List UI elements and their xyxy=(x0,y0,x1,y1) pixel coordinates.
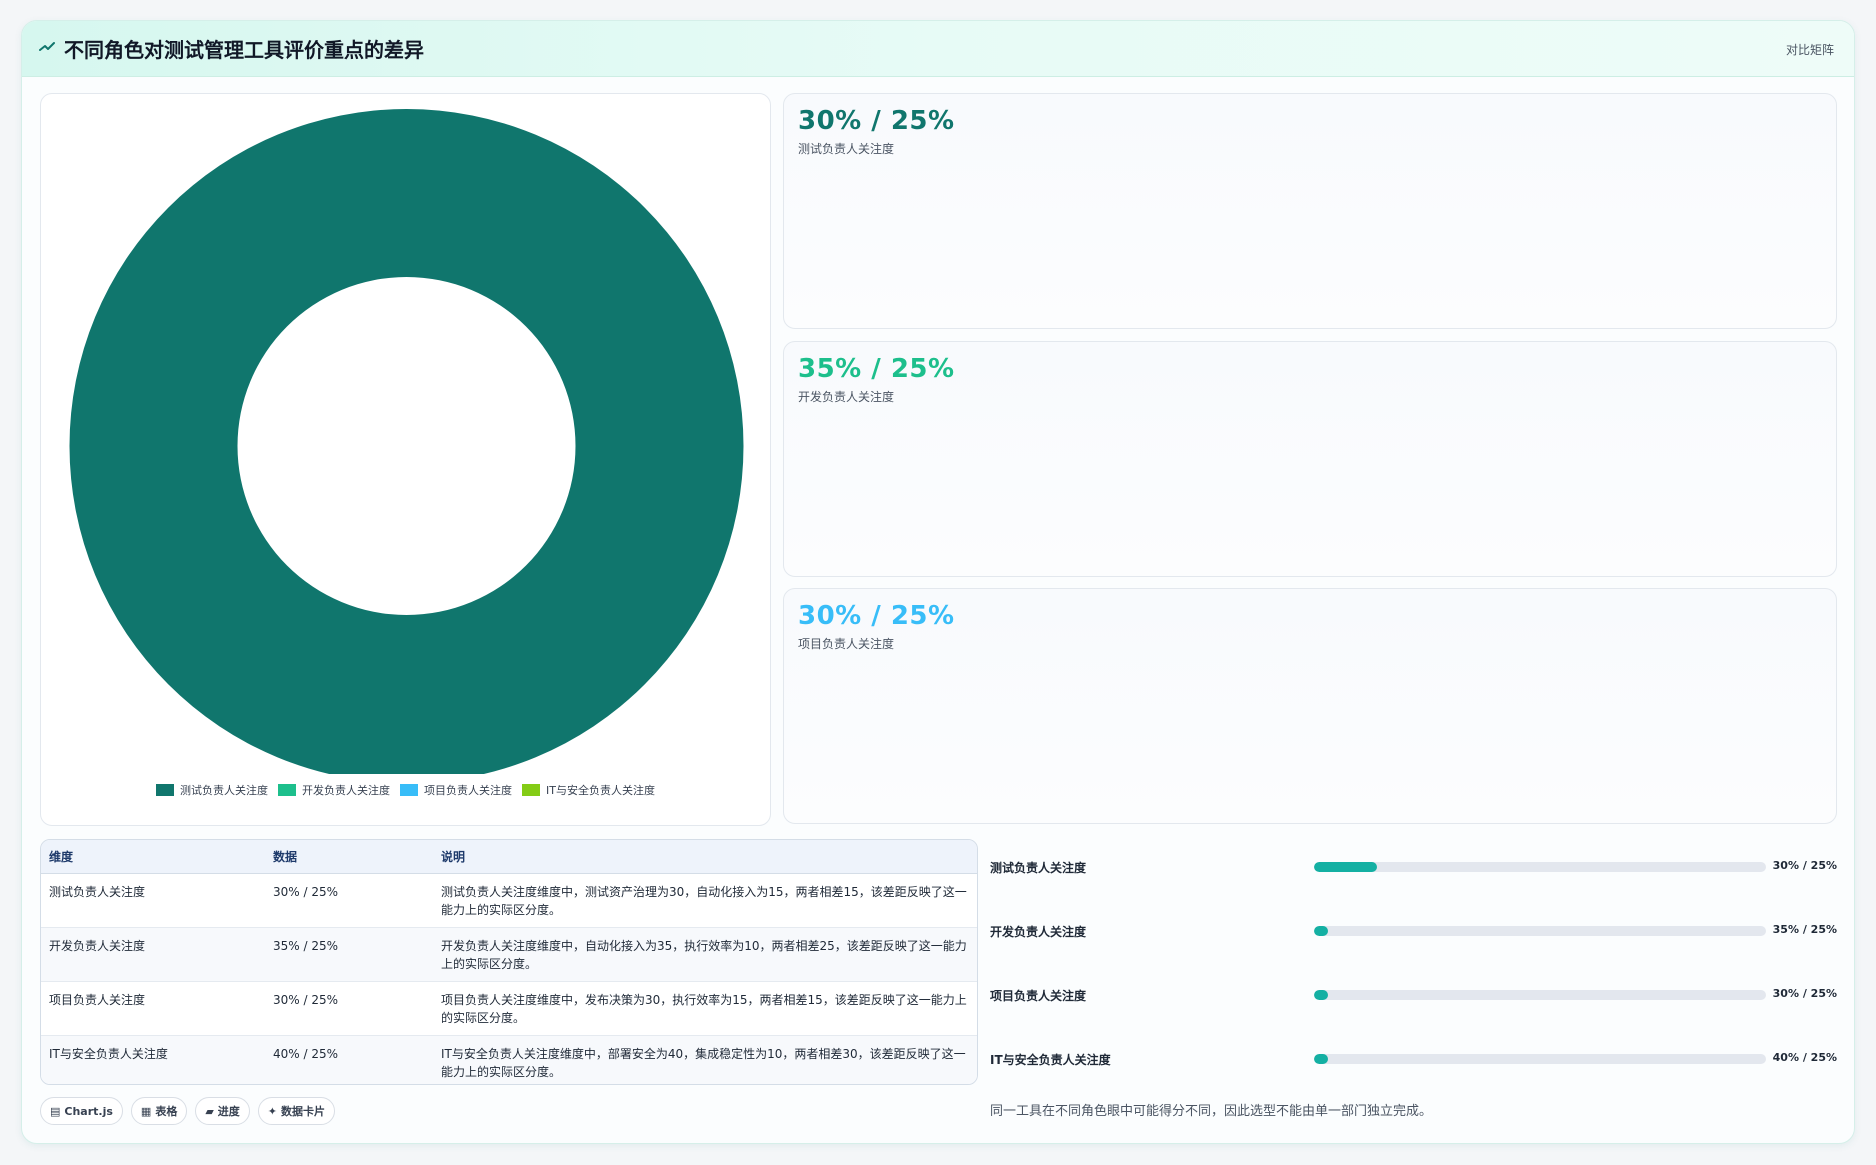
pill-label: 数据卡片 xyxy=(281,1104,326,1118)
column-header: 说明 xyxy=(433,840,977,874)
legend-item[interactable]: 开发负责人关注度 xyxy=(278,782,390,798)
pill-label: Chart.js xyxy=(64,1104,113,1118)
progress-fill xyxy=(1314,1054,1328,1064)
progress-track xyxy=(1314,990,1766,1000)
progress-row: 开发负责人关注度 35% / 25% xyxy=(990,921,1837,941)
legend-swatch xyxy=(278,784,297,796)
progress-value: 30% / 25% xyxy=(1772,987,1837,1000)
page-title: 不同角色对测试管理工具评价重点的差异 xyxy=(64,38,424,62)
progress-fill xyxy=(1314,990,1328,1000)
progress-label: 项目负责人关注度 xyxy=(990,989,1087,1003)
table-cell: 30% / 25% xyxy=(265,981,433,1036)
pill-chartjs[interactable]: ▤ Chart.js xyxy=(40,1097,123,1125)
tech-pills: ▤ Chart.js ▦ 表格 ▰ 进度 ✦ 数据卡片 xyxy=(40,1097,336,1125)
table-row: 测试负责人关注度 30% / 25% 测试负责人关注度维度中，测试资产治理为30… xyxy=(41,873,977,928)
progress-fill xyxy=(1314,926,1328,936)
table-cell: 开发负责人关注度维度中，自动化接入为35，执行效率为10，两者相差25，该差距反… xyxy=(433,927,977,982)
progress-label: IT与安全负责人关注度 xyxy=(990,1053,1111,1067)
legend-item[interactable]: 项目负责人关注度 xyxy=(400,782,512,798)
chart-icon: ▤ xyxy=(50,1104,61,1118)
pill-label: 进度 xyxy=(217,1104,240,1118)
progress-row: IT与安全负责人关注度 40% / 25% xyxy=(990,1049,1837,1069)
table-icon: ▦ xyxy=(140,1104,152,1118)
progress-track xyxy=(1314,862,1766,872)
stat-label: 开发负责人关注度 xyxy=(798,390,895,404)
table-header-row: 维度 数据 说明 xyxy=(41,840,977,874)
progress-row: 项目负责人关注度 30% / 25% xyxy=(990,985,1837,1005)
progress-track xyxy=(1314,1054,1766,1064)
sparkle-icon: ✦ xyxy=(267,1104,278,1118)
donut-chart xyxy=(69,109,744,774)
donut-slice[interactable] xyxy=(69,109,744,774)
progress-value: 40% / 25% xyxy=(1772,1051,1837,1064)
legend-label: IT与安全负责人关注度 xyxy=(546,784,655,797)
legend-item[interactable]: IT与安全负责人关注度 xyxy=(522,782,655,798)
progress-fill xyxy=(1314,862,1378,872)
pill-label: 表格 xyxy=(155,1104,178,1118)
column-header: 维度 xyxy=(41,840,265,874)
table-row: 开发负责人关注度 35% / 25% 开发负责人关注度维度中，自动化接入为35，… xyxy=(41,927,977,982)
table-cell: 测试负责人关注度维度中，测试资产治理为30，自动化接入为15，两者相差15，该差… xyxy=(433,873,977,928)
table-cell: 项目负责人关注度 xyxy=(41,981,265,1036)
chart-legend: 测试负责人关注度 开发负责人关注度 项目负责人关注度 IT与安全负责人关注度 xyxy=(41,782,770,798)
pill-data-card[interactable]: ✦ 数据卡片 xyxy=(257,1097,336,1125)
progress-track xyxy=(1314,926,1766,936)
progress-value: 30% / 25% xyxy=(1772,859,1837,872)
column-header: 数据 xyxy=(265,840,433,874)
comparison-table: 维度 数据 说明 测试负责人关注度 30% / 25% 测试负责人关注度维度中，… xyxy=(40,839,978,1085)
stat-label: 项目负责人关注度 xyxy=(798,637,895,651)
progress-row: 测试负责人关注度 30% / 25% xyxy=(990,857,1837,877)
progress-icon: ▰ xyxy=(205,1104,214,1118)
dashboard-card: 不同角色对测试管理工具评价重点的差异 对比矩阵 测试负责人关注度 开发负责人关注度… xyxy=(21,20,1855,1144)
pill-progress[interactable]: ▰ 进度 xyxy=(195,1097,250,1125)
table-cell: 40% / 25% xyxy=(273,1046,339,1061)
table-cell: 30% / 25% xyxy=(265,873,433,928)
stat-card-dev-lead: 35% / 25% 开发负责人关注度 xyxy=(783,341,1837,577)
progress-label: 开发负责人关注度 xyxy=(990,925,1087,939)
progress-label: 测试负责人关注度 xyxy=(990,861,1087,875)
pill-table[interactable]: ▦ 表格 xyxy=(130,1097,188,1125)
legend-swatch xyxy=(522,784,541,796)
table-cell: 项目负责人关注度维度中，发布决策为30，执行效率为15，两者相差15，该差距反映… xyxy=(433,981,977,1036)
stat-value: 35% / 25% xyxy=(798,354,955,384)
table-cell: 35% / 25% xyxy=(265,927,433,982)
stat-card-project-lead: 30% / 25% 项目负责人关注度 xyxy=(783,588,1837,824)
legend-label: 开发负责人关注度 xyxy=(302,784,391,797)
table-cell: 开发负责人关注度 xyxy=(41,927,265,982)
table-row: IT与安全负责人关注度 40% / 25% IT与安全负责人关注度维度中，部署安… xyxy=(41,1035,977,1084)
stat-label: 测试负责人关注度 xyxy=(798,142,895,156)
legend-swatch xyxy=(156,784,175,796)
legend-label: 测试负责人关注度 xyxy=(180,784,269,797)
table-cell: 测试负责人关注度 xyxy=(41,873,265,928)
legend-swatch xyxy=(400,784,419,796)
trend-line-icon xyxy=(39,42,55,51)
footnote: 同一工具在不同角色眼中可能得分不同，因此选型不能由单一部门独立完成。 xyxy=(990,1104,1433,1119)
view-tag[interactable]: 对比矩阵 xyxy=(1786,41,1834,58)
progress-value: 35% / 25% xyxy=(1772,923,1837,936)
table-cell: IT与安全负责人关注度 xyxy=(49,1046,168,1061)
stat-value: 30% / 25% xyxy=(798,601,955,631)
table-row: 项目负责人关注度 30% / 25% 项目负责人关注度维度中，发布决策为30，执… xyxy=(41,981,977,1036)
legend-label: 项目负责人关注度 xyxy=(424,784,513,797)
stat-value: 30% / 25% xyxy=(798,106,955,136)
chart-panel: 测试负责人关注度 开发负责人关注度 项目负责人关注度 IT与安全负责人关注度 xyxy=(40,93,771,826)
table-cell: IT与安全负责人关注度维度中，部署安全为40，集成稳定性为10，两者相差30，该… xyxy=(441,1046,966,1079)
stat-card-test-lead: 30% / 25% 测试负责人关注度 xyxy=(783,93,1837,329)
card-header: 不同角色对测试管理工具评价重点的差异 对比矩阵 xyxy=(22,21,1854,77)
legend-item[interactable]: 测试负责人关注度 xyxy=(156,782,268,798)
